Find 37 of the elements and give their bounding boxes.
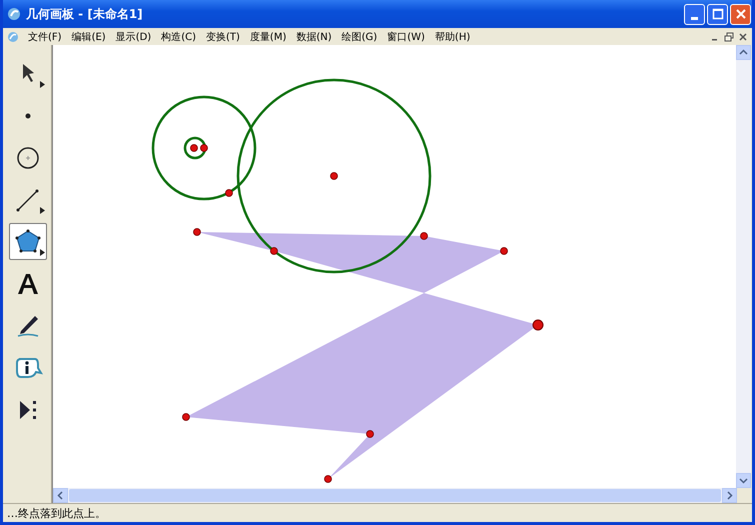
app-logo-icon [7,7,21,21]
point-marker [190,144,198,152]
menu-item[interactable]: 编辑(E) [68,30,113,44]
menu-item[interactable]: 绘图(G) [338,30,384,44]
point-marker [270,247,278,255]
point-marker [225,189,233,197]
close-button[interactable] [730,4,751,24]
dot-icon [25,112,31,118]
point-marker [200,144,208,152]
horizontal-scrollbar[interactable] [53,488,737,503]
menu-item[interactable]: 帮助(H) [432,30,478,44]
maximize-icon [712,8,724,20]
menu-item[interactable]: 变换(T) [203,30,247,44]
minimize-icon [691,16,698,20]
window-title: 几何画板 - [未命名1] [26,6,143,22]
menu-item[interactable]: 文件(F) [25,30,69,44]
selected-point-marker [532,320,544,330]
status-text: …终点落到此点上。 [7,506,106,520]
minimize-button[interactable] [684,4,705,24]
menu-item[interactable]: 度量(M) [246,30,294,44]
point-marker [193,228,201,236]
menu-item[interactable]: 窗口(W) [384,30,432,44]
point-marker [420,232,428,240]
close-icon[interactable] [738,32,748,42]
point-marker [500,247,508,255]
close-icon [734,8,746,20]
menu-item[interactable]: 数据(N) [293,30,339,44]
point-marker [330,172,338,180]
polygon-tool-button[interactable] [9,223,47,260]
point-marker [324,475,332,483]
maximize-button[interactable] [707,4,728,24]
point-marker [366,430,374,438]
restore-icon[interactable] [724,32,734,42]
menu-item[interactable]: 显示(D) [112,30,158,44]
vertical-scrollbar[interactable] [736,45,751,488]
point-marker [182,413,190,421]
menu-item[interactable]: 构造(C) [158,30,203,44]
